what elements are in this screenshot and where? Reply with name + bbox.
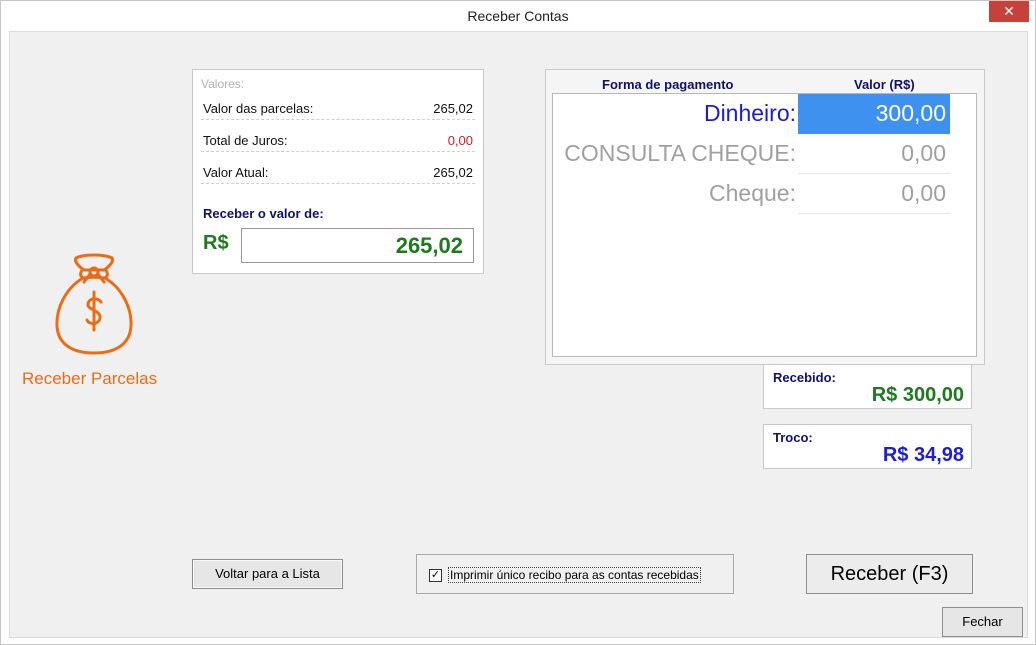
total-juros-value: 0,00 xyxy=(447,133,473,148)
receber-valor-input[interactable] xyxy=(241,228,474,263)
form-client-area: Receber Parcelas Valores: Valor das parc… xyxy=(9,31,1028,638)
payment-method-label: CONSULTA CHEQUE: xyxy=(564,140,796,166)
payment-value-field[interactable]: 0,00 xyxy=(798,174,950,214)
payment-method-label: Dinheiro: xyxy=(703,100,796,126)
payment-row-cheque[interactable]: Cheque: 0,00 xyxy=(553,174,978,214)
receber-contas-window: Receber Contas ✕ Receber Parcelas Valore… xyxy=(0,0,1036,645)
total-juros-row: Total de Juros: 0,00 xyxy=(201,128,475,152)
fechar-button[interactable]: Fechar xyxy=(942,607,1023,637)
recebido-box: Recebido: R$ 300,00 xyxy=(763,364,972,409)
payment-panel: Forma de pagamento Valor (R$) Dinheiro: … xyxy=(545,69,985,365)
currency-prefix: R$ xyxy=(203,232,229,254)
print-receipt-checkbox[interactable]: ✓ xyxy=(429,569,442,582)
total-juros-label: Total de Juros: xyxy=(203,133,288,148)
payment-methods-list: Dinheiro: 300,00 CONSULTA CHEQUE: 0,00 C… xyxy=(552,93,977,357)
receber-parcelas-label: Receber Parcelas xyxy=(22,369,158,388)
troco-value: R$ 34,98 xyxy=(882,444,964,466)
recebido-value: R$ 300,00 xyxy=(871,384,964,406)
print-receipt-label[interactable]: Imprimir único recibo para as contas rec… xyxy=(448,567,701,583)
money-bag-icon xyxy=(55,253,133,355)
valor-header: Valor (R$) xyxy=(854,77,915,92)
valor-atual-row: Valor Atual: 265,02 xyxy=(201,160,475,184)
valor-atual-label: Valor Atual: xyxy=(203,165,269,180)
window-title: Receber Contas xyxy=(467,8,569,24)
troco-label: Troco: xyxy=(773,430,813,445)
voltar-lista-button[interactable]: Voltar para a Lista xyxy=(192,559,343,589)
print-option-group: ✓ Imprimir único recibo para as contas r… xyxy=(416,554,734,594)
troco-box: Troco: R$ 34,98 xyxy=(763,424,972,469)
receber-valor-label: Receber o valor de: xyxy=(203,206,324,221)
valor-parcelas-label: Valor das parcelas: xyxy=(203,101,314,116)
values-panel: Valores: Valor das parcelas: 265,02 Tota… xyxy=(192,69,484,274)
title-bar: Receber Contas ✕ xyxy=(1,1,1035,31)
receber-button[interactable]: Receber (F3) xyxy=(806,554,973,594)
window-close-button[interactable]: ✕ xyxy=(989,1,1029,22)
valor-parcelas-value: 265,02 xyxy=(433,101,473,116)
valor-parcelas-row: Valor das parcelas: 265,02 xyxy=(201,96,475,120)
payment-value-field[interactable]: 300,00 xyxy=(798,94,950,134)
forma-pagamento-header: Forma de pagamento xyxy=(602,77,734,92)
payment-method-label: Cheque: xyxy=(709,180,796,206)
values-legend: Valores: xyxy=(201,77,245,91)
payment-row-dinheiro[interactable]: Dinheiro: 300,00 xyxy=(553,94,978,134)
valor-atual-value: 265,02 xyxy=(433,165,473,180)
payment-row-consulta-cheque[interactable]: CONSULTA CHEQUE: 0,00 xyxy=(553,134,978,174)
payment-value-field[interactable]: 0,00 xyxy=(798,134,950,174)
recebido-label: Recebido: xyxy=(773,370,836,385)
